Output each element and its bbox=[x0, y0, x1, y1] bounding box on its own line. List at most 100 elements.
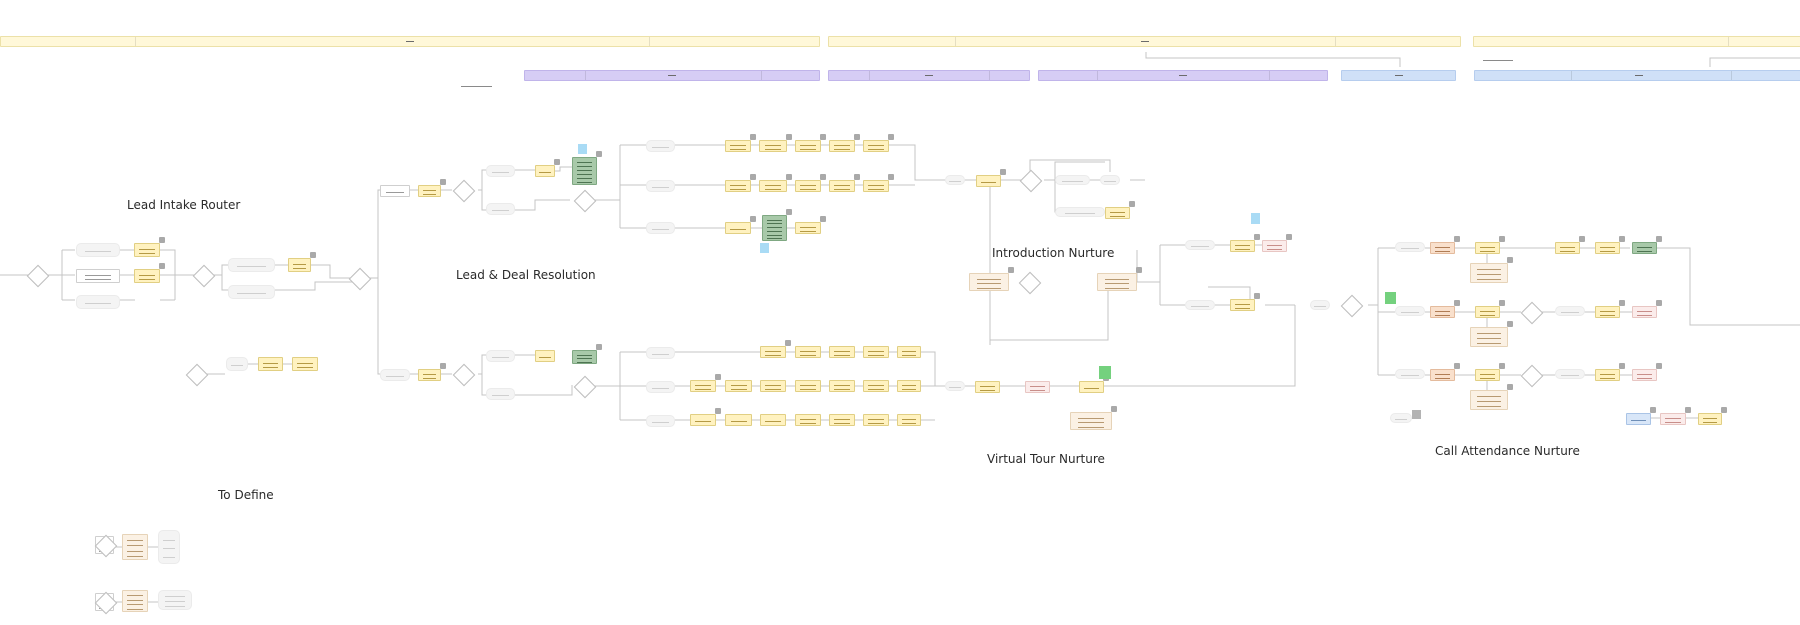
action-node[interactable] bbox=[795, 414, 821, 426]
sticky-note-icon[interactable] bbox=[1251, 213, 1260, 224]
sticky-note-icon[interactable] bbox=[1099, 366, 1111, 379]
action-node[interactable] bbox=[1230, 299, 1255, 311]
action-node[interactable] bbox=[759, 180, 787, 192]
action-node[interactable] bbox=[829, 180, 855, 192]
placeholder-node[interactable] bbox=[646, 415, 675, 427]
action-node[interactable] bbox=[760, 380, 786, 392]
action-node[interactable] bbox=[725, 380, 752, 392]
action-node[interactable] bbox=[863, 140, 889, 152]
action-node[interactable] bbox=[258, 357, 283, 371]
placeholder-node[interactable] bbox=[226, 357, 248, 371]
action-node[interactable] bbox=[1595, 369, 1620, 381]
action-node[interactable] bbox=[535, 350, 555, 362]
action-node[interactable] bbox=[829, 414, 855, 426]
gear-icon[interactable] bbox=[1650, 407, 1656, 413]
gear-icon[interactable] bbox=[440, 179, 446, 185]
gear-icon[interactable] bbox=[786, 174, 792, 180]
action-node[interactable] bbox=[976, 175, 1001, 187]
trigger-node[interactable] bbox=[380, 185, 410, 197]
gear-icon[interactable] bbox=[786, 209, 792, 215]
gear-icon[interactable] bbox=[750, 134, 756, 140]
gear-icon[interactable] bbox=[820, 216, 826, 222]
lane-stage[interactable] bbox=[1038, 70, 1328, 81]
action-node[interactable] bbox=[829, 346, 855, 358]
placeholder-node[interactable] bbox=[1395, 369, 1425, 379]
gear-icon[interactable] bbox=[159, 237, 165, 243]
gear-icon[interactable] bbox=[1111, 406, 1117, 412]
placeholder-node[interactable] bbox=[1390, 413, 1412, 423]
outcome-node[interactable] bbox=[762, 215, 787, 241]
gear-icon[interactable] bbox=[159, 263, 165, 269]
action-node[interactable] bbox=[897, 414, 921, 426]
gear-icon[interactable] bbox=[1008, 267, 1014, 273]
action-node[interactable] bbox=[795, 180, 821, 192]
action-node[interactable] bbox=[760, 346, 786, 358]
gear-icon[interactable] bbox=[1454, 363, 1460, 369]
placeholder-node[interactable] bbox=[1310, 300, 1330, 310]
action-node[interactable] bbox=[134, 269, 160, 283]
action-node[interactable] bbox=[975, 381, 1000, 393]
action-node[interactable] bbox=[1555, 242, 1580, 254]
placeholder-node[interactable] bbox=[1395, 242, 1425, 252]
placeholder-node[interactable] bbox=[1055, 207, 1105, 217]
gear-icon[interactable] bbox=[750, 216, 756, 222]
action-node[interactable] bbox=[690, 414, 716, 426]
gear-icon[interactable] bbox=[888, 134, 894, 140]
gear-icon[interactable] bbox=[1254, 293, 1260, 299]
placeholder-node[interactable] bbox=[486, 203, 515, 215]
action-node[interactable] bbox=[690, 380, 716, 392]
action-node[interactable] bbox=[1079, 381, 1104, 393]
action-node[interactable] bbox=[795, 346, 821, 358]
note-node[interactable] bbox=[969, 273, 1009, 291]
lane-stage[interactable] bbox=[1474, 70, 1800, 81]
gear-icon[interactable] bbox=[1499, 236, 1505, 242]
gear-icon[interactable] bbox=[1129, 201, 1135, 207]
gear-icon[interactable] bbox=[1685, 407, 1691, 413]
gear-icon[interactable] bbox=[1499, 363, 1505, 369]
action-node[interactable] bbox=[863, 414, 889, 426]
lane-header[interactable] bbox=[0, 36, 820, 47]
task-node[interactable] bbox=[1430, 369, 1455, 381]
lane-header[interactable] bbox=[1473, 36, 1800, 47]
placeholder-node[interactable] bbox=[945, 381, 965, 391]
sticky-note-icon[interactable] bbox=[578, 144, 587, 154]
gear-icon[interactable] bbox=[1579, 236, 1585, 242]
gear-icon[interactable] bbox=[1254, 234, 1260, 240]
lane-stage[interactable] bbox=[524, 70, 820, 81]
placeholder-node[interactable] bbox=[158, 530, 180, 564]
action-node[interactable] bbox=[897, 346, 921, 358]
gear-icon[interactable] bbox=[715, 408, 721, 414]
action-node[interactable] bbox=[897, 380, 921, 392]
note-node[interactable] bbox=[1070, 412, 1112, 430]
gear-icon[interactable] bbox=[1286, 234, 1292, 240]
action-node[interactable] bbox=[1105, 207, 1130, 219]
trigger-node[interactable] bbox=[76, 269, 120, 283]
note-node[interactable] bbox=[1470, 390, 1508, 410]
gear-icon[interactable] bbox=[715, 374, 721, 380]
note-node[interactable] bbox=[122, 534, 148, 560]
action-node[interactable] bbox=[863, 380, 889, 392]
action-node[interactable] bbox=[795, 140, 821, 152]
gear-icon[interactable] bbox=[1000, 169, 1006, 175]
gear-icon[interactable] bbox=[1507, 384, 1513, 390]
action-node[interactable] bbox=[418, 369, 441, 381]
placeholder-node[interactable] bbox=[1555, 306, 1585, 316]
action-node[interactable] bbox=[795, 222, 821, 234]
action-node[interactable] bbox=[829, 380, 855, 392]
lane-stage[interactable] bbox=[828, 70, 1030, 81]
gear-icon[interactable] bbox=[1619, 236, 1625, 242]
placeholder-node[interactable] bbox=[486, 388, 515, 400]
note-node[interactable] bbox=[1097, 273, 1137, 291]
gear-icon[interactable] bbox=[1619, 300, 1625, 306]
outcome-node[interactable] bbox=[572, 350, 597, 364]
sticky-note-icon[interactable] bbox=[1385, 292, 1396, 304]
action-node[interactable] bbox=[288, 258, 311, 272]
note-node[interactable] bbox=[1470, 263, 1508, 283]
note-node[interactable] bbox=[1470, 327, 1508, 347]
sticky-note-icon[interactable] bbox=[760, 243, 769, 253]
workflow-canvas[interactable]: Lead Intake Router Lead & Deal Resolutio… bbox=[0, 0, 1800, 625]
email-node[interactable] bbox=[1660, 413, 1686, 425]
action-node[interactable] bbox=[725, 414, 752, 426]
gear-icon[interactable] bbox=[596, 151, 602, 157]
email-node[interactable] bbox=[1632, 306, 1657, 318]
